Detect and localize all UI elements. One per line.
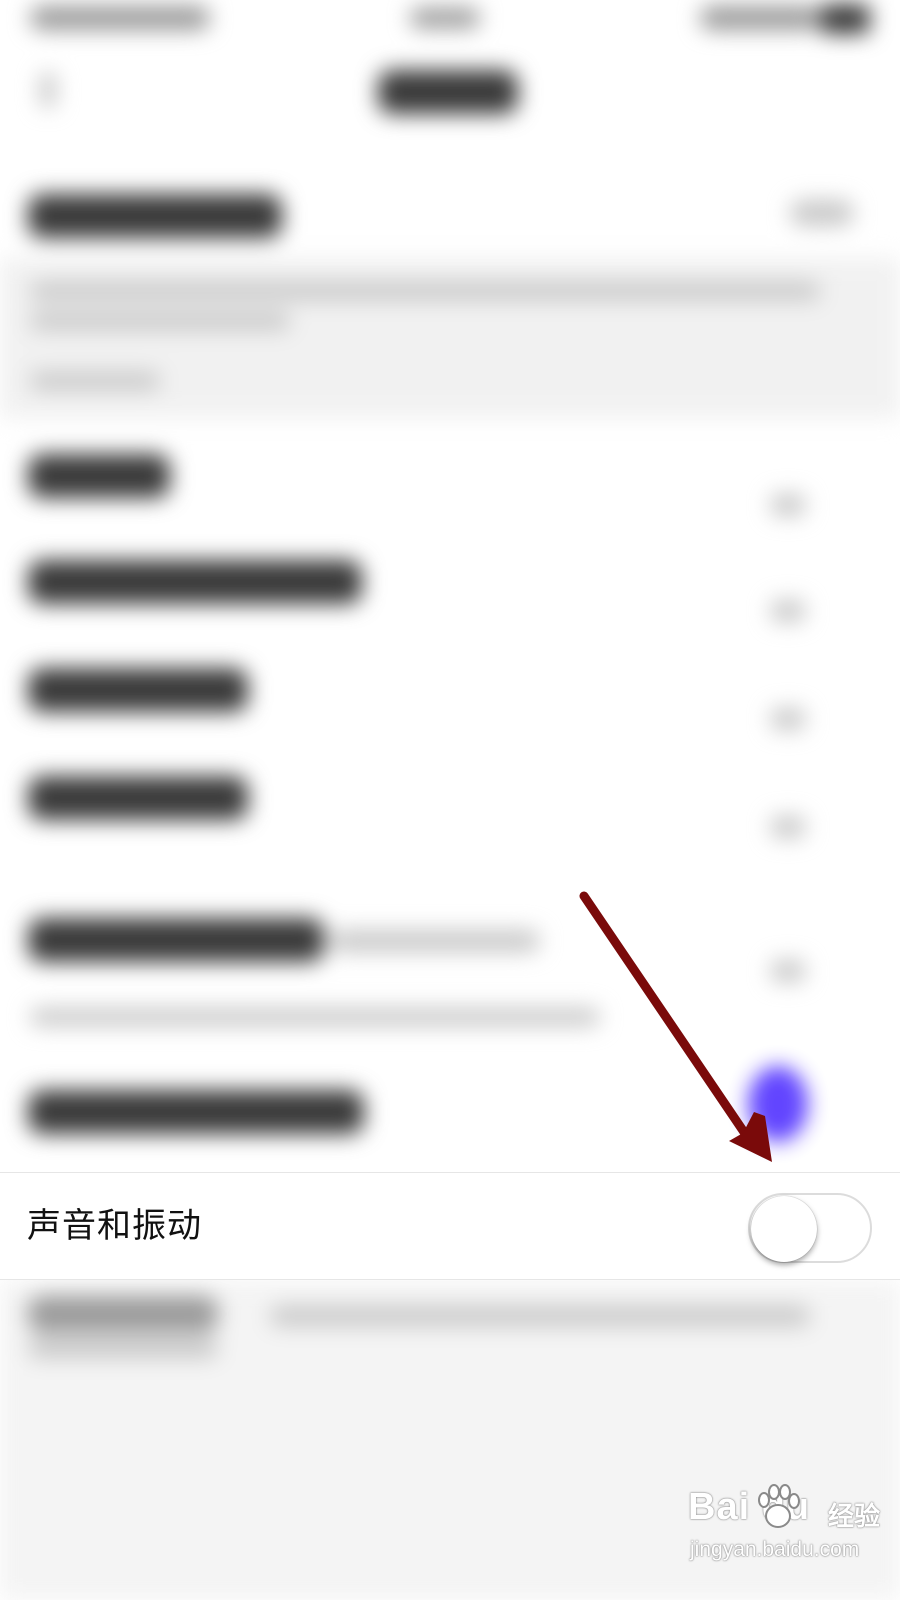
blurred-row-label <box>28 560 362 604</box>
status-bar-left <box>30 6 210 30</box>
blurred-row-label <box>28 918 324 962</box>
status-bar-right <box>700 6 820 30</box>
back-icon[interactable] <box>40 72 56 108</box>
blurred-setting-title <box>28 194 282 238</box>
blurred-row-value <box>770 960 806 982</box>
watermark-url: jingyan.baidu.com <box>690 1538 860 1561</box>
blurred-row-value <box>770 600 806 622</box>
screenshot-page: 声音和振动 Bai du 经验 jingyan.baidu.com <box>0 0 900 1600</box>
blurred-section-header <box>30 372 160 390</box>
blurred-background <box>0 0 900 1600</box>
baidu-jingyan-watermark: Bai du 经验 jingyan.baidu.com <box>688 1478 888 1588</box>
battery-icon <box>820 4 870 34</box>
blurred-row-label <box>28 1090 364 1134</box>
paw-icon <box>758 1484 800 1528</box>
blurred-row-sublabel <box>330 930 540 952</box>
setting-label: 声音和振动 <box>27 1206 202 1246</box>
blurred-row-label <box>28 454 170 498</box>
toggle-knob[interactable] <box>751 1196 817 1262</box>
blurred-row-label <box>28 776 248 820</box>
blurred-footer-label <box>28 1296 218 1332</box>
blurred-row-label <box>28 668 248 712</box>
status-bar-time <box>410 8 480 28</box>
blurred-row-value <box>770 816 806 838</box>
blurred-setting-value <box>790 200 854 226</box>
sound-vibration-toggle[interactable] <box>748 1193 872 1263</box>
blurred-row-value <box>770 494 806 516</box>
blurred-row-value <box>770 708 806 730</box>
blurred-description-line <box>30 312 290 330</box>
blurred-row-description <box>30 1008 600 1026</box>
setting-row-sound-vibration[interactable]: 声音和振动 <box>0 1172 900 1280</box>
blurred-footer-description <box>28 1338 218 1358</box>
watermark-brand: 经验 <box>828 1502 881 1532</box>
blurred-description-line <box>30 282 820 300</box>
nav-title <box>378 70 518 114</box>
blurred-footer-description <box>270 1306 810 1326</box>
tap-indicator <box>748 1066 808 1142</box>
